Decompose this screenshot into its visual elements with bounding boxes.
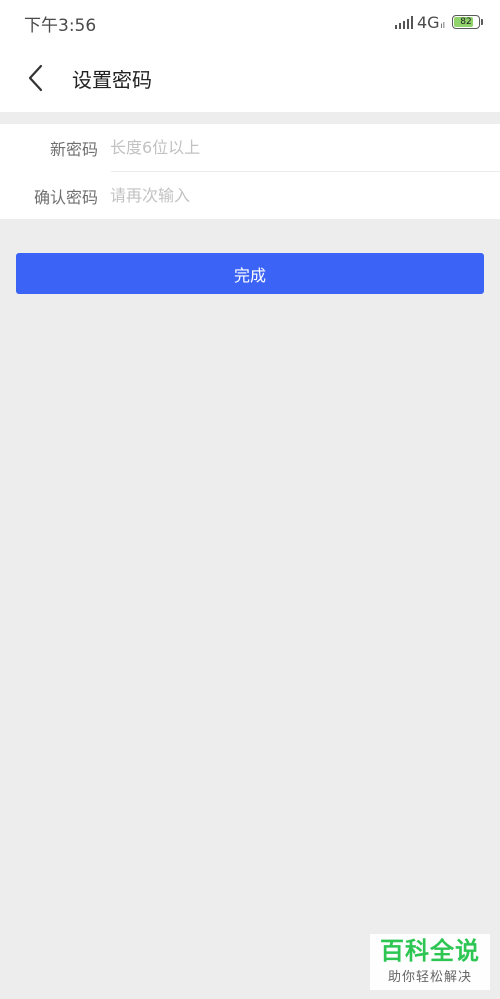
confirm-password-row: 确认密码 [0,172,500,219]
battery-cap [481,19,483,25]
signal-icon [394,15,413,29]
new-password-input[interactable] [110,132,480,162]
network-activity-icon: ıl [440,21,445,30]
status-indicators: 4G ıl 82 [394,12,483,32]
status-bar: 下午3:56 4G ıl 82 [0,0,500,44]
confirm-password-label: 确认密码 [33,188,98,207]
new-password-label: 新密码 [49,140,98,159]
new-password-row: 新密码 [0,124,500,172]
submit-button[interactable]: 完成 [16,253,484,294]
battery-level: 82 [460,16,472,27]
back-button[interactable] [18,58,54,98]
battery-icon: 82 [452,15,483,29]
network-type: 4G [416,12,440,32]
chevron-left-icon [28,64,43,92]
watermark-title: 百科全说 [380,936,480,965]
password-form: 新密码 确认密码 [0,124,500,219]
watermark-logo: 百科全说 助你轻松解决 [370,934,490,990]
nav-bar: 设置密码 [0,44,500,112]
watermark-subtitle: 助你轻松解决 [387,970,472,986]
status-time: 下午3:56 [24,16,97,36]
confirm-password-input[interactable] [110,180,480,210]
page-title: 设置密码 [72,68,152,92]
